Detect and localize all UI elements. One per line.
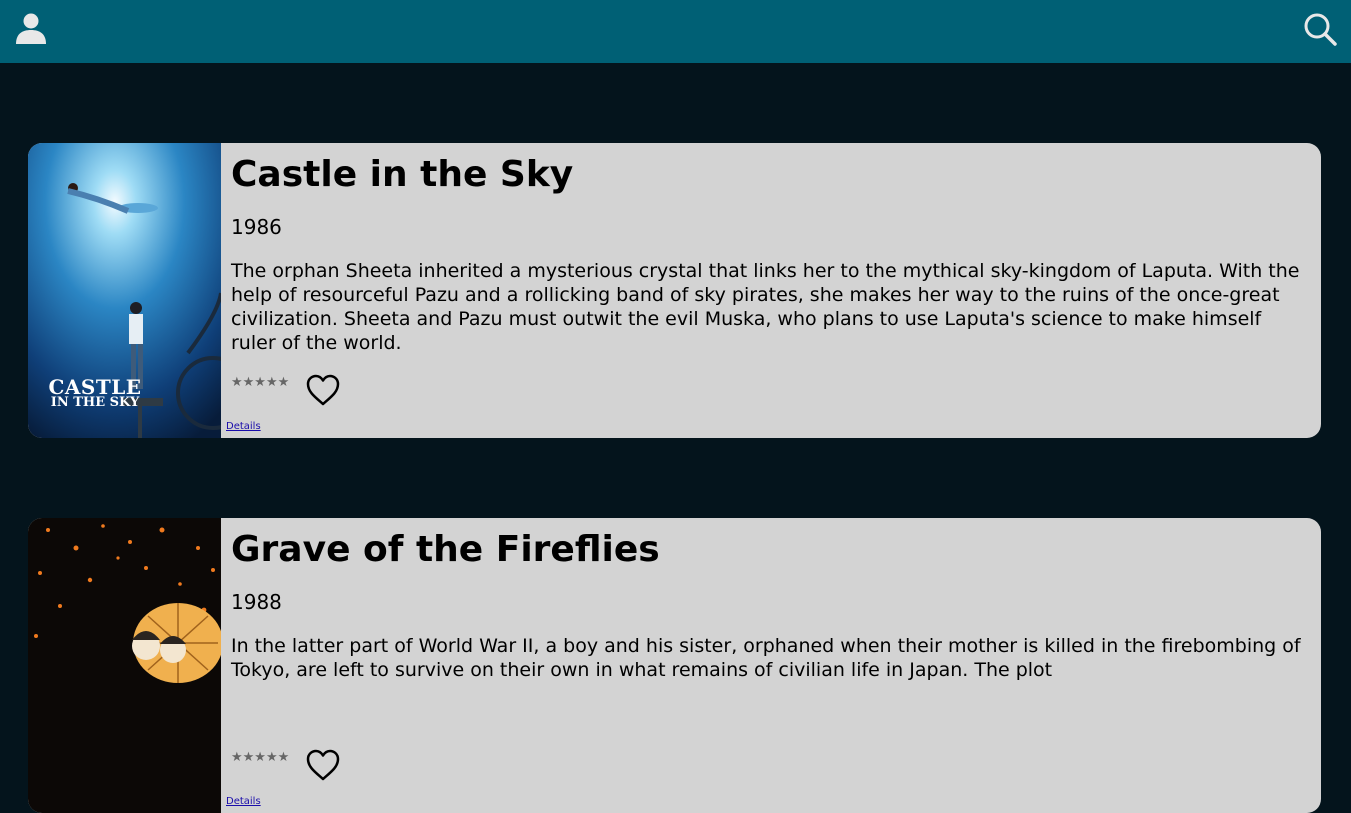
poster-image (28, 518, 221, 813)
movie-year: 1986 (231, 215, 282, 239)
details-link[interactable]: Details (226, 421, 261, 432)
top-navigation-bar (0, 0, 1351, 63)
movie-poster[interactable] (28, 518, 221, 813)
star-rating[interactable]: ★★★★★ (231, 750, 289, 765)
movie-description: The orphan Sheeta inherited a mysterious… (231, 260, 1300, 354)
poster-title-text: CASTLE IN THE SKY (48, 375, 142, 410)
movie-poster[interactable]: CASTLE IN THE SKY (28, 143, 221, 438)
movie-title: Castle in the Sky (231, 154, 574, 195)
movie-year: 1988 (231, 590, 282, 614)
star-rating[interactable]: ★★★★★ (231, 375, 289, 390)
movie-info: Castle in the Sky 1986 The orphan Sheeta… (231, 143, 1311, 355)
heart-outline-icon[interactable] (305, 748, 341, 782)
movie-card: Grave of the Fireflies 1988 In the latte… (28, 518, 1321, 813)
movie-description: In the latter part of World War II, a bo… (231, 635, 1301, 681)
heart-outline-icon[interactable] (305, 373, 341, 407)
details-link[interactable]: Details (226, 796, 261, 807)
movie-card: CASTLE IN THE SKY Castle in the Sky 1986… (28, 143, 1321, 438)
search-icon[interactable] (1303, 12, 1337, 46)
movie-info: Grave of the Fireflies 1988 In the latte… (231, 518, 1311, 682)
user-icon[interactable] (15, 12, 47, 44)
movie-title: Grave of the Fireflies (231, 529, 660, 570)
